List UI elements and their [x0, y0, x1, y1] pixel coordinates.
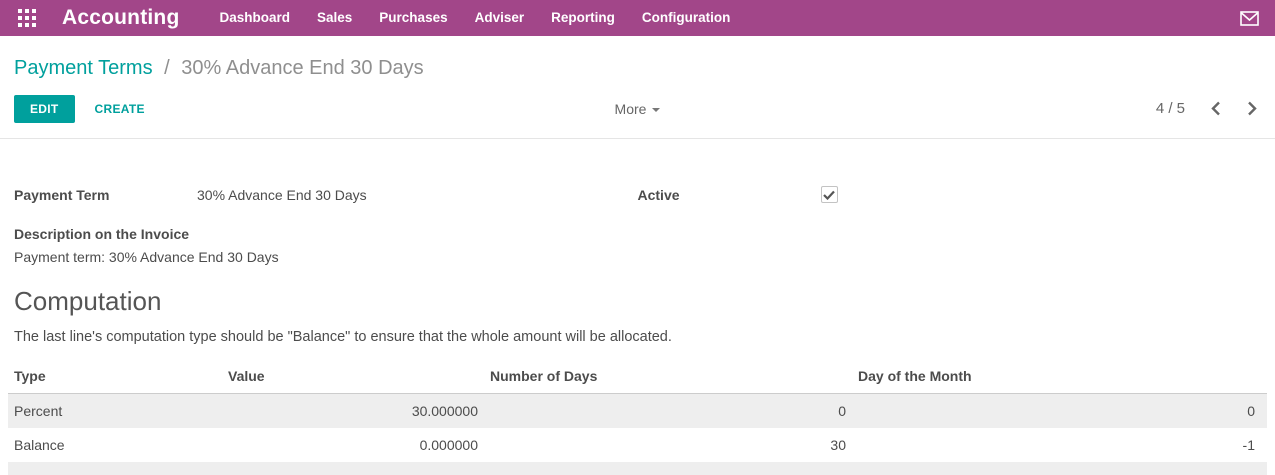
breadcrumb-current-record: 30% Advance End 30 Days — [181, 57, 423, 79]
chevron-left-icon — [1211, 101, 1221, 116]
cell-day-of-month: -1 — [852, 428, 1267, 462]
check-icon — [823, 190, 835, 200]
computation-table: Type Value Number of Days Day of the Mon… — [8, 362, 1267, 475]
cell-days: 0 — [484, 394, 852, 428]
breadcrumb-separator: / — [158, 57, 176, 79]
payment-term-value: 30% Advance End 30 Days — [197, 187, 367, 203]
main-menu: Dashboard Sales Purchases Adviser Report… — [220, 0, 731, 36]
top-navbar: Accounting Dashboard Sales Purchases Adv… — [0, 0, 1275, 36]
cell-type: Balance — [8, 428, 222, 462]
column-header-number-of-days[interactable]: Number of Days — [484, 362, 852, 394]
pager-previous-button[interactable] — [1207, 97, 1225, 120]
column-header-value[interactable]: Value — [222, 362, 484, 394]
more-dropdown-button[interactable]: More — [615, 101, 661, 117]
table-header-row: Type Value Number of Days Day of the Mon… — [8, 362, 1267, 394]
active-label: Active — [638, 187, 821, 203]
computation-section-title: Computation — [14, 286, 1261, 317]
computation-helper-text: The last line's computation type should … — [14, 329, 1261, 345]
table-row-balance[interactable]: Balance 0.000000 30 -1 — [8, 428, 1267, 462]
control-panel: Payment Terms / 30% Advance End 30 Days … — [0, 36, 1275, 139]
pager-next-button[interactable] — [1243, 97, 1261, 120]
active-checkbox[interactable] — [821, 186, 838, 203]
cell-day-of-month: 0 — [852, 394, 1267, 428]
table-row-percent[interactable]: Percent 30.000000 0 0 — [8, 394, 1267, 428]
edit-button[interactable]: EDIT — [14, 95, 75, 123]
cell-value: 30.000000 — [222, 394, 484, 428]
form-sheet: Payment Term 30% Advance End 30 Days Act… — [0, 187, 1275, 345]
cell-type: Percent — [8, 394, 222, 428]
description-value: Payment term: 30% Advance End 30 Days — [14, 249, 1261, 265]
chevron-right-icon — [1247, 101, 1257, 116]
table-row-empty — [8, 462, 1267, 475]
caret-down-icon — [652, 108, 660, 112]
more-dropdown-label: More — [615, 101, 647, 117]
column-header-type[interactable]: Type — [8, 362, 222, 394]
column-header-day-of-month[interactable]: Day of the Month — [852, 362, 1267, 394]
menu-sales[interactable]: Sales — [317, 0, 352, 36]
cell-days: 30 — [484, 428, 852, 462]
menu-reporting[interactable]: Reporting — [551, 0, 615, 36]
apps-grid-icon[interactable] — [14, 5, 40, 31]
menu-dashboard[interactable]: Dashboard — [220, 0, 291, 36]
app-title: Accounting — [62, 6, 180, 30]
envelope-icon[interactable] — [1240, 11, 1259, 26]
pager-count[interactable]: 4 / 5 — [1156, 100, 1185, 117]
payment-term-label: Payment Term — [14, 187, 197, 203]
description-label: Description on the Invoice — [14, 226, 1261, 242]
menu-adviser[interactable]: Adviser — [475, 0, 525, 36]
menu-purchases[interactable]: Purchases — [379, 0, 447, 36]
create-button[interactable]: CREATE — [95, 102, 145, 116]
menu-configuration[interactable]: Configuration — [642, 0, 730, 36]
cell-value: 0.000000 — [222, 428, 484, 462]
breadcrumb: Payment Terms / 30% Advance End 30 Days — [14, 54, 1261, 82]
breadcrumb-payment-terms-link[interactable]: Payment Terms — [14, 57, 153, 79]
